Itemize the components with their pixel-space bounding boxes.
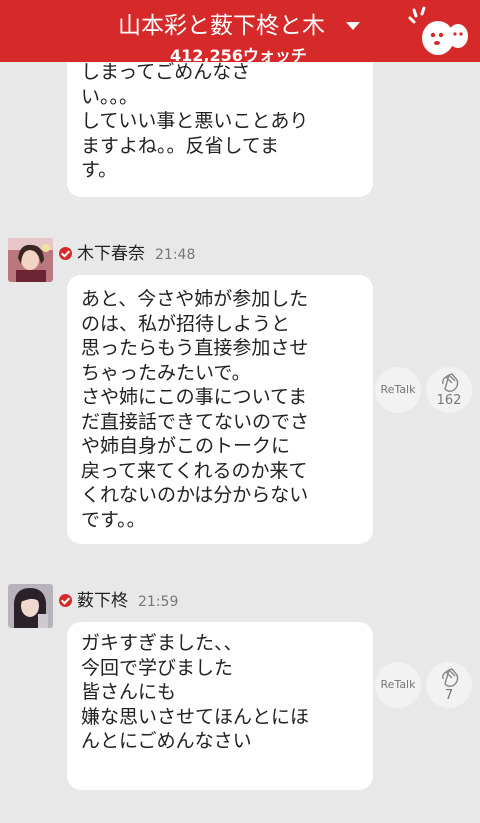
sender-name[interactable]: 薮下柊: [77, 591, 128, 611]
message-line: 嫌な思いさせてほんとにほ: [81, 705, 310, 728]
message-line: や姉自身がこのトークに: [81, 435, 291, 457]
chevron-down-icon[interactable]: [346, 22, 360, 30]
verified-icon: [59, 247, 72, 260]
retalk-button[interactable]: ReTalk: [375, 367, 421, 413]
message-line: していい事と悪いことあり: [81, 110, 309, 132]
message-bubble: あと、今さや姉が参加した のは、私が招待しようと 思ったらもう直接参加させ ちゃ…: [67, 275, 373, 544]
clap-button[interactable]: 162: [426, 367, 472, 413]
message-bubble: ガキすぎました、、 今回で学びました 皆さんにも 嫌な思いさせてほんとにほ んと…: [67, 622, 373, 790]
message-line: 今回で学びました: [81, 656, 234, 679]
retalk-button[interactable]: ReTalk: [375, 662, 421, 708]
message-line: あと、今さや姉が参加した: [81, 288, 309, 310]
clap-icon: [442, 373, 459, 392]
message-line: 皆さんにも: [81, 681, 177, 703]
message-bubble: しまってごめんなさ い。。。 していい事と悪いことあり ますよね。。反省してま …: [67, 62, 373, 197]
message-line: くれないのかは分からない: [81, 484, 309, 506]
verified-icon: [59, 594, 72, 607]
message-line: さや姉にこの事についてま: [81, 386, 308, 408]
message-time: 21:59: [138, 594, 179, 610]
app-header: 山本彩と薮下柊と木 412,256ウォッチ: [0, 0, 480, 65]
clap-count: 162: [436, 393, 462, 408]
message-line: い。。。: [81, 85, 139, 108]
message-line: 戻って来てくれるのか来て: [81, 459, 308, 482]
message-line: ますよね。。反省してま: [81, 134, 279, 157]
message-line: んとにごめんなさい: [81, 730, 252, 752]
talk-title[interactable]: 山本彩と薮下柊と木: [118, 6, 325, 40]
avatar[interactable]: [8, 584, 53, 628]
avatar[interactable]: [8, 238, 53, 282]
message-line: ちゃったみたいで。: [81, 361, 251, 384]
sender-row: 木下春奈 21:48: [59, 239, 195, 264]
message-line: 思ったらもう直接参加させ: [81, 337, 309, 359]
message-line: ガキすぎました、、: [81, 632, 243, 654]
sender-row: 薮下柊 21:59: [59, 586, 178, 611]
watch-count: 412,256ウォッチ: [170, 46, 307, 65]
mascot-icon[interactable]: [408, 6, 472, 58]
message-line: す。: [81, 159, 118, 181]
sender-name[interactable]: 木下春奈: [77, 244, 145, 264]
message-time: 21:48: [155, 247, 196, 263]
message-line: です。。: [81, 508, 146, 531]
clap-button[interactable]: 7: [426, 662, 472, 708]
clap-count: 7: [444, 688, 454, 703]
message-feed[interactable]: しまってごめんなさ い。。。 していい事と悪いことあり ますよね。。反省してま …: [0, 62, 480, 823]
message-line: だ直接話できてないのでさ: [81, 410, 310, 433]
clap-icon: [442, 668, 459, 687]
message-line: のは、私が招待しようと: [81, 312, 291, 335]
